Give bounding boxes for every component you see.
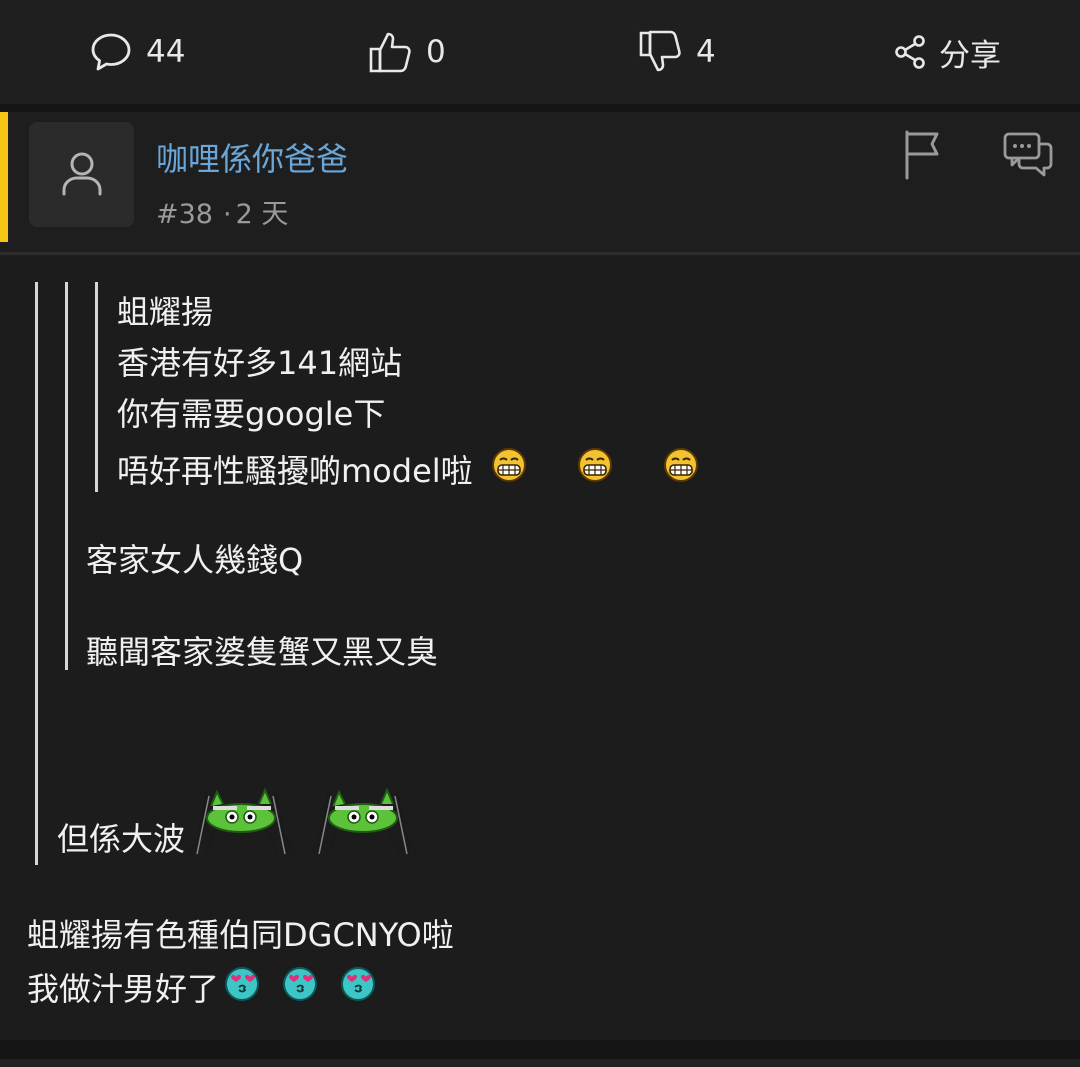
- report-button[interactable]: [902, 128, 942, 184]
- quote-bar-level1: [35, 282, 38, 865]
- quote-bar-level3: [95, 282, 98, 492]
- grin-emoji-icon: [663, 447, 699, 491]
- body-line-with-emoji: 我做汁男好了: [27, 964, 377, 1010]
- quote-bar-level2: [65, 282, 68, 670]
- kiss-emoji-icon: [223, 964, 261, 1010]
- quote-text: 唔好再性騷擾啲model啦: [117, 452, 473, 490]
- quote-line: 客家女人幾錢Q: [86, 541, 304, 579]
- comment-count-button[interactable]: 44: [90, 24, 185, 80]
- post-meta: #38 · 2 天: [156, 192, 288, 231]
- thumbs-down-icon: [638, 29, 682, 75]
- frog-emoji-icon: [309, 784, 419, 864]
- body-text: 我做汁男好了: [27, 970, 220, 1008]
- grin-emoji-icon: [491, 447, 527, 491]
- share-label: 分享: [939, 37, 1001, 74]
- body-line: 蛆耀揚有色種伯同DGCNYO啦: [27, 916, 454, 954]
- quote-line: 聽聞客家婆隻蟹又黑又臭: [86, 633, 439, 671]
- reply-icon: [1002, 132, 1054, 186]
- flag-icon: [902, 130, 942, 184]
- frog-emoji-icon: [187, 784, 297, 864]
- like-button[interactable]: 0: [368, 24, 446, 80]
- quote-line: 蛆耀揚: [117, 293, 214, 331]
- user-icon: [60, 150, 104, 200]
- kiss-emoji-icon: [339, 964, 377, 1010]
- quote-text: 但係大波: [57, 820, 186, 858]
- dislike-count: 4: [696, 34, 716, 70]
- thumbs-up-icon: [368, 29, 412, 75]
- share-button[interactable]: 分享: [893, 24, 1001, 80]
- quote-line-with-emoji: 但係大波: [57, 784, 419, 864]
- post-number: #38: [156, 199, 213, 230]
- highlight-bar: [0, 112, 8, 242]
- kiss-emoji-icon: [281, 964, 319, 1010]
- bottom-separator: [0, 1040, 1080, 1067]
- avatar[interactable]: [29, 122, 134, 227]
- meta-separator: ·: [222, 199, 232, 230]
- like-count: 0: [426, 34, 446, 70]
- grin-emoji-icon: [577, 447, 613, 491]
- quote-line-with-emoji: 唔好再性騷擾啲model啦: [117, 443, 699, 495]
- quote-line: 你有需要google下: [117, 395, 386, 433]
- quote-line: 香港有好多141網站: [117, 344, 403, 382]
- comment-icon: [90, 31, 132, 73]
- reply-button[interactable]: [1002, 130, 1054, 186]
- dislike-button[interactable]: 4: [638, 24, 716, 80]
- share-icon: [893, 34, 927, 70]
- post-time: 2 天: [235, 199, 289, 230]
- post-action-bar: 44 0 4 分享: [0, 0, 1080, 104]
- separator: [0, 104, 1080, 112]
- username-link[interactable]: 咖哩係你爸爸: [156, 134, 348, 180]
- comment-count: 44: [146, 34, 186, 70]
- next-post-edge: [0, 1059, 1080, 1067]
